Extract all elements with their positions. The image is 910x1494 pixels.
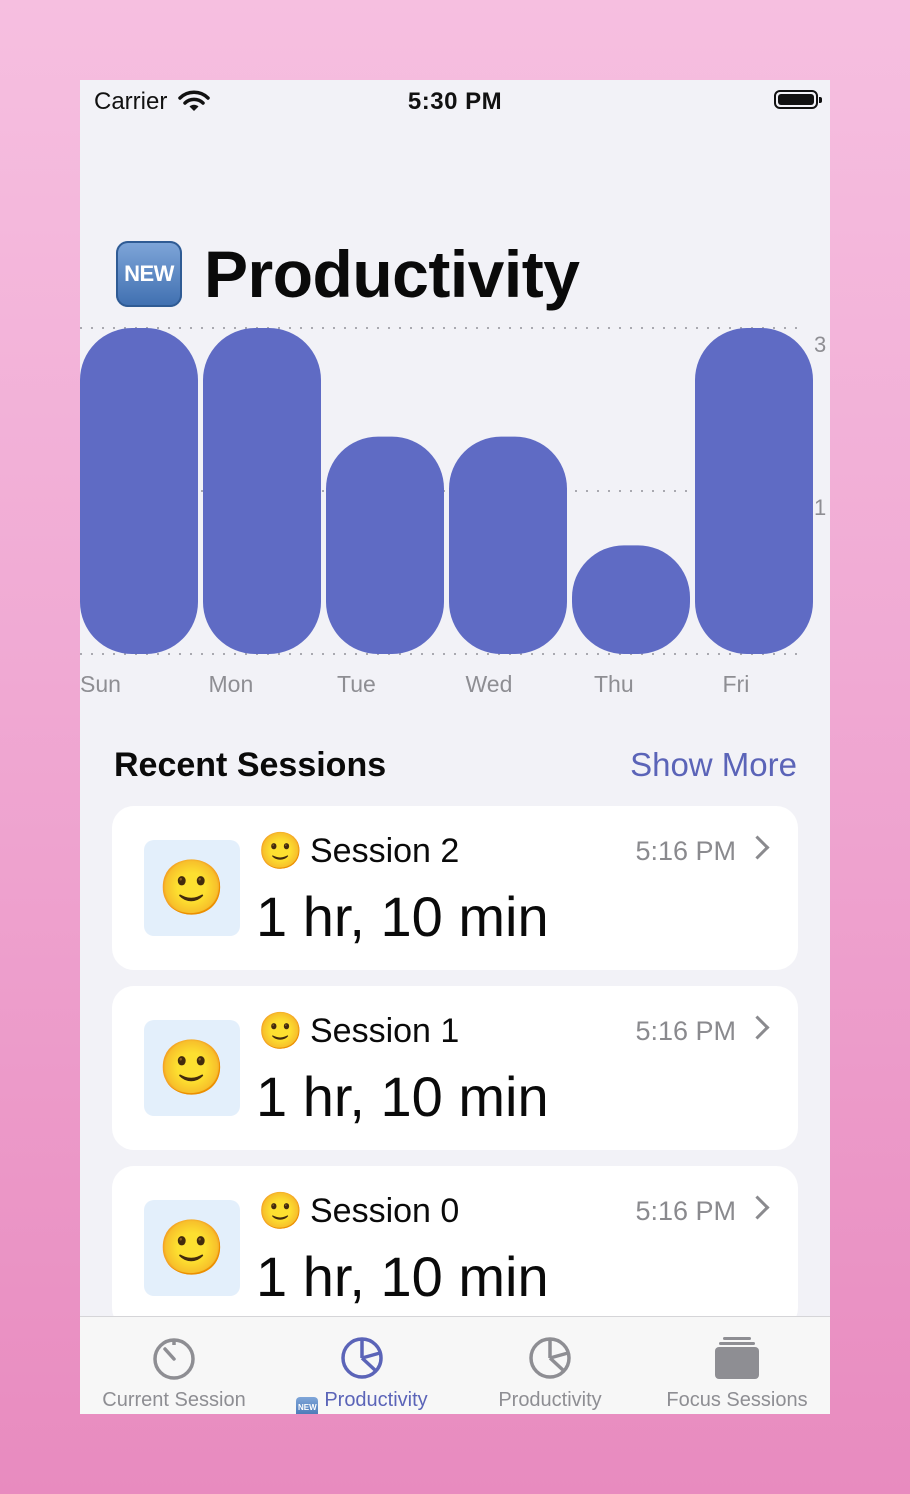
- tab-focus-sessions[interactable]: Focus Sessions: [644, 1317, 830, 1414]
- tab-bar: Current Session NEW Productivity Product…: [80, 1316, 830, 1414]
- status-time: 5:30 PM: [407, 88, 503, 115]
- chart-bar: [572, 545, 690, 654]
- x-tick-label: Tue: [337, 671, 376, 697]
- show-more-link[interactable]: Show More: [630, 746, 797, 784]
- battery-icon: [774, 90, 822, 109]
- session-thumbnail: 🙂: [144, 1020, 240, 1116]
- timer-icon: [151, 1335, 197, 1386]
- x-tick-label: Mon: [209, 671, 254, 697]
- x-tick-label: Thu: [594, 671, 634, 697]
- productivity-chart: 3 1 Sun Mon Tue Wed Thu Fri: [80, 327, 826, 697]
- chart-bar: [695, 328, 813, 654]
- tab-label: Current Session: [102, 1389, 246, 1411]
- tab-label-text: Productivity: [324, 1389, 428, 1411]
- session-card[interactable]: 🙂 🙂 Session 1 5:16 PM 1 hr, 10 min: [112, 986, 798, 1150]
- chevron-right-icon: [745, 835, 770, 860]
- new-badge-icon: NEW: [296, 1397, 319, 1414]
- x-tick-label: Fri: [723, 671, 750, 697]
- session-duration: 1 hr, 10 min: [256, 1065, 549, 1128]
- chevron-right-icon: [745, 1195, 770, 1220]
- tab-productivity[interactable]: Productivity: [456, 1317, 644, 1414]
- pie-chart-icon: [339, 1335, 385, 1386]
- status-bar: Carrier 5:30 PM: [80, 80, 830, 124]
- session-duration: 1 hr, 10 min: [256, 885, 549, 948]
- pie-chart-icon: [527, 1335, 573, 1386]
- stack-icon: [713, 1335, 761, 1386]
- new-badge-icon: NEW: [116, 241, 182, 307]
- session-card[interactable]: 🙂 🙂 Session 2 5:16 PM 1 hr, 10 min: [112, 806, 798, 970]
- chevron-right-icon: [745, 1015, 770, 1040]
- phone-screen: Carrier 5:30 PM NEW Productivity 3 1 Sun Mo…: [80, 80, 830, 1414]
- tab-productivity-new[interactable]: NEW Productivity: [268, 1317, 456, 1414]
- chart-bar: [326, 436, 444, 654]
- tab-label: NEW Productivity: [268, 1389, 456, 1414]
- page-header: NEW Productivity: [116, 237, 580, 311]
- session-name: Session 0: [310, 1192, 460, 1230]
- smile-icon: 🙂: [258, 1010, 303, 1051]
- tab-current-session[interactable]: Current Session: [80, 1317, 268, 1414]
- chart-bar: [80, 328, 198, 654]
- smile-icon: 🙂: [258, 830, 303, 871]
- page-title: Productivity: [204, 237, 580, 311]
- session-thumbnail: 🙂: [144, 1200, 240, 1296]
- session-name: Session 2: [310, 832, 460, 870]
- y-tick-label: 3: [814, 332, 826, 357]
- y-tick-label: 1: [814, 495, 826, 520]
- session-time: 5:16 PM: [635, 836, 736, 866]
- session-time: 5:16 PM: [635, 1016, 736, 1046]
- chart-bar: [203, 328, 321, 654]
- recent-sessions-heading: Recent Sessions: [114, 746, 387, 784]
- tab-label: Productivity: [498, 1389, 602, 1411]
- smile-icon: 🙂: [258, 1190, 303, 1231]
- tab-label: Focus Sessions: [666, 1389, 808, 1411]
- session-card[interactable]: 🙂 🙂 Session 0 5:16 PM 1 hr, 10 min: [112, 1166, 798, 1330]
- session-time: 5:16 PM: [635, 1196, 736, 1226]
- session-thumbnail: 🙂: [144, 840, 240, 936]
- x-tick-label: Sun: [80, 671, 121, 697]
- x-tick-label: Wed: [466, 671, 513, 697]
- session-duration: 1 hr, 10 min: [256, 1245, 549, 1308]
- chart-bar: [449, 436, 567, 654]
- session-name: Session 1: [310, 1012, 460, 1050]
